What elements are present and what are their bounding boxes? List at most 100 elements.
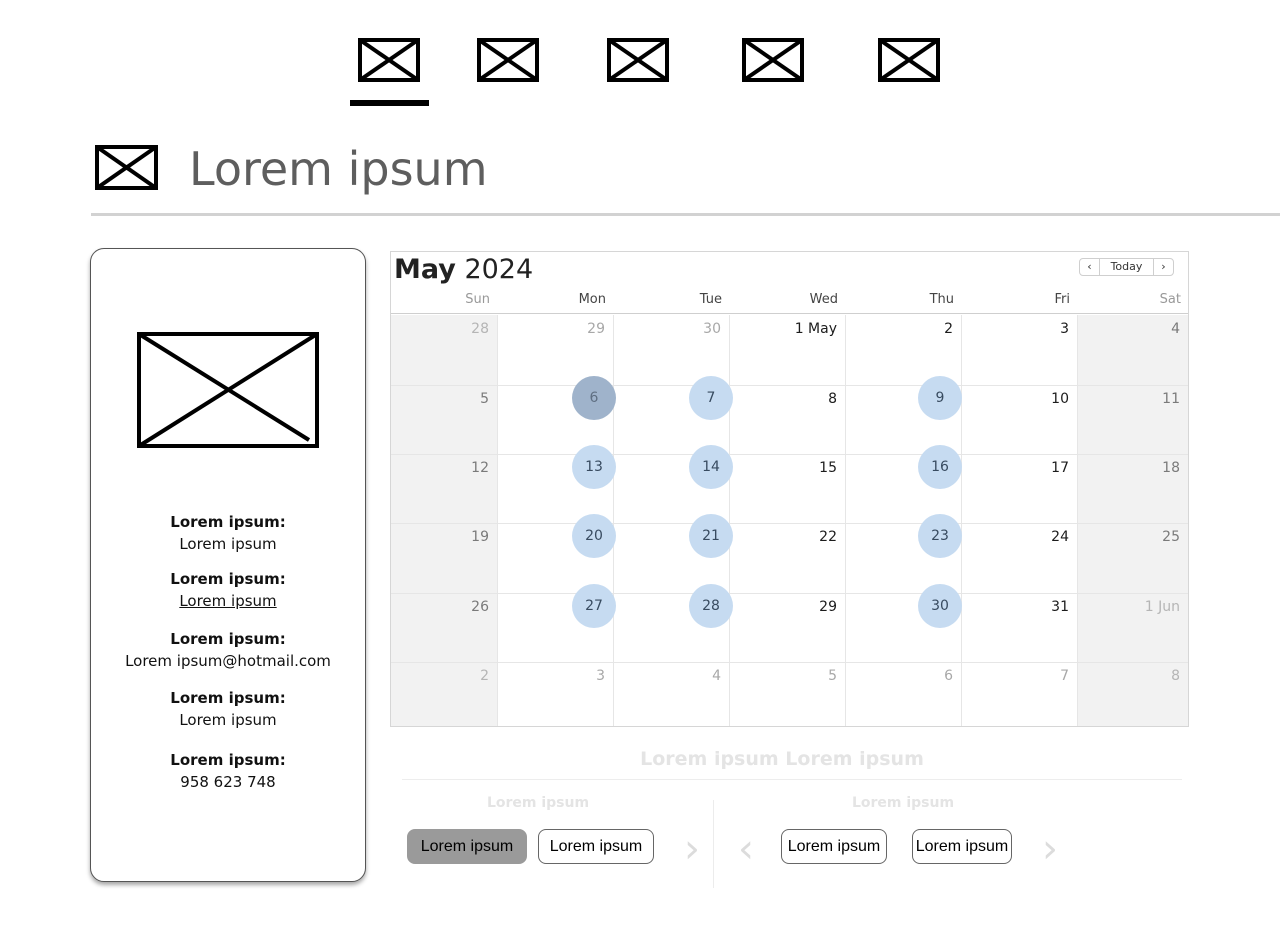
slot-button[interactable]: Lorem ipsum [781,829,887,864]
nav-image-icon-1[interactable] [358,38,420,82]
next-arrow-icon[interactable]: › [684,826,700,872]
calendar-day: 18 [1162,460,1180,476]
profile-field-4: Lorem ipsum: Lorem ipsum [91,687,365,731]
field-label: Lorem ipsum: [170,570,286,588]
weekday-label: Mon [578,292,606,307]
calendar-day-available[interactable]: 30 [918,584,962,628]
profile-card: Lorem ipsum: Lorem ipsum Lorem ipsum: Lo… [90,248,366,882]
calendar-day: 28 [471,321,489,337]
profile-field-5: Lorem ipsum: 958 623 748 [91,749,365,793]
header-image-icon [95,145,158,190]
chevron-right-icon[interactable]: › [1154,259,1173,275]
profile-image-icon [137,332,319,448]
calendar-day: 22 [819,529,837,545]
field-label: Lorem ipsum: [170,751,286,769]
calendar-day-available[interactable]: 16 [918,445,962,489]
today-button[interactable]: Today [1099,259,1154,275]
active-tab-indicator [350,100,429,106]
calendar-day-available[interactable]: 28 [689,584,733,628]
calendar-day: 6 [944,668,953,684]
calendar-day-available[interactable]: 20 [572,514,616,558]
calendar-day: 4 [712,668,721,684]
grid-line [613,315,614,726]
calendar-day-available[interactable]: 9 [918,376,962,420]
slots-column-divider [713,800,714,888]
calendar-day: 4 [1171,321,1180,337]
slot-button-active[interactable]: Lorem ipsum [407,829,527,864]
calendar-day: 2 [944,321,953,337]
chevron-left-icon[interactable]: ‹ [1080,259,1099,275]
calendar-day-available[interactable]: 21 [689,514,733,558]
calendar-nav: ‹ Today › [1079,258,1174,276]
slots-title: Lorem ipsum Lorem ipsum [640,748,924,770]
calendar-day: 5 [828,668,837,684]
calendar-day: 31 [1051,599,1069,615]
calendar-day: 7 [1060,668,1069,684]
slots-divider [402,779,1182,780]
grid-line [497,315,498,726]
header-divider [91,213,1280,216]
calendar-day: 5 [480,391,489,407]
calendar-day: 10 [1051,391,1069,407]
slots-right-label: Lorem ipsum [851,795,955,811]
calendar-day: 29 [587,321,605,337]
calendar: May 2024 ‹ Today › Sun Mon Tue Wed Thu Fri Sat… [390,251,1189,727]
field-label: Lorem ipsum: [170,513,286,531]
grid-line [729,315,730,726]
nav-image-icon-3[interactable] [607,38,669,82]
calendar-day: 29 [819,599,837,615]
phone-value: 958 623 748 [180,773,276,791]
calendar-day: 12 [471,460,489,476]
weekday-label: Thu [929,292,954,307]
nav-image-icon-4[interactable] [742,38,804,82]
profile-field-3: Lorem ipsum: Lorem ipsum@hotmail.com [91,628,365,672]
calendar-day: 8 [828,391,837,407]
weekday-label: Tue [699,292,722,307]
calendar-day-selected[interactable]: 6 [572,376,616,420]
slot-button[interactable]: Lorem ipsum [912,829,1012,864]
grid-line [1077,315,1078,726]
calendar-day: 19 [471,529,489,545]
weekday-label: Wed [809,292,838,307]
calendar-day-available[interactable]: 14 [689,445,733,489]
calendar-day-available[interactable]: 13 [572,445,616,489]
prev-arrow-icon[interactable]: ‹ [738,826,754,872]
calendar-day: 24 [1051,529,1069,545]
page-title: Lorem ipsum [189,142,488,196]
next-arrow-icon[interactable]: › [1042,826,1058,872]
calendar-day: 2 [480,668,489,684]
calendar-day: 15 [819,460,837,476]
email-value: Lorem ipsum@hotmail.com [125,652,331,670]
calendar-day: 11 [1162,391,1180,407]
field-value: Lorem ipsum [179,711,277,729]
calendar-day: 1 May [794,321,837,337]
field-link[interactable]: Lorem ipsum [91,590,365,612]
slot-button[interactable]: Lorem ipsum [538,829,654,864]
calendar-grid: 28 29 30 1 May 2 3 4 5 6 7 8 9 10 11 12 13 14 15 16 17 18 19 2… [391,315,1188,726]
slots-left-label: Lorem ipsum [486,795,590,811]
nav-image-icon-5[interactable] [878,38,940,82]
calendar-day: 8 [1171,668,1180,684]
calendar-day: 3 [596,668,605,684]
profile-field-1: Lorem ipsum: Lorem ipsum [91,511,365,555]
weekday-label: Sun [465,292,490,307]
grid-line [845,315,846,726]
weekday-label: Fri [1054,292,1071,307]
calendar-day-available[interactable]: 23 [918,514,962,558]
calendar-month: May [394,254,456,285]
calendar-day-available[interactable]: 7 [689,376,733,420]
calendar-title: May 2024 [394,254,533,285]
calendar-day: 1 Jun [1144,599,1180,615]
field-label: Lorem ipsum: [170,630,286,648]
calendar-day: 30 [703,321,721,337]
calendar-day-available[interactable]: 27 [572,584,616,628]
weekday-label: Sat [1159,292,1181,307]
grid-line [961,315,962,726]
calendar-day: 3 [1060,321,1069,337]
nav-image-icon-2[interactable] [477,38,539,82]
calendar-day: 26 [471,599,489,615]
field-label: Lorem ipsum: [170,689,286,707]
calendar-year: 2024 [464,254,534,285]
calendar-day: 25 [1162,529,1180,545]
field-value: Lorem ipsum [179,535,277,553]
